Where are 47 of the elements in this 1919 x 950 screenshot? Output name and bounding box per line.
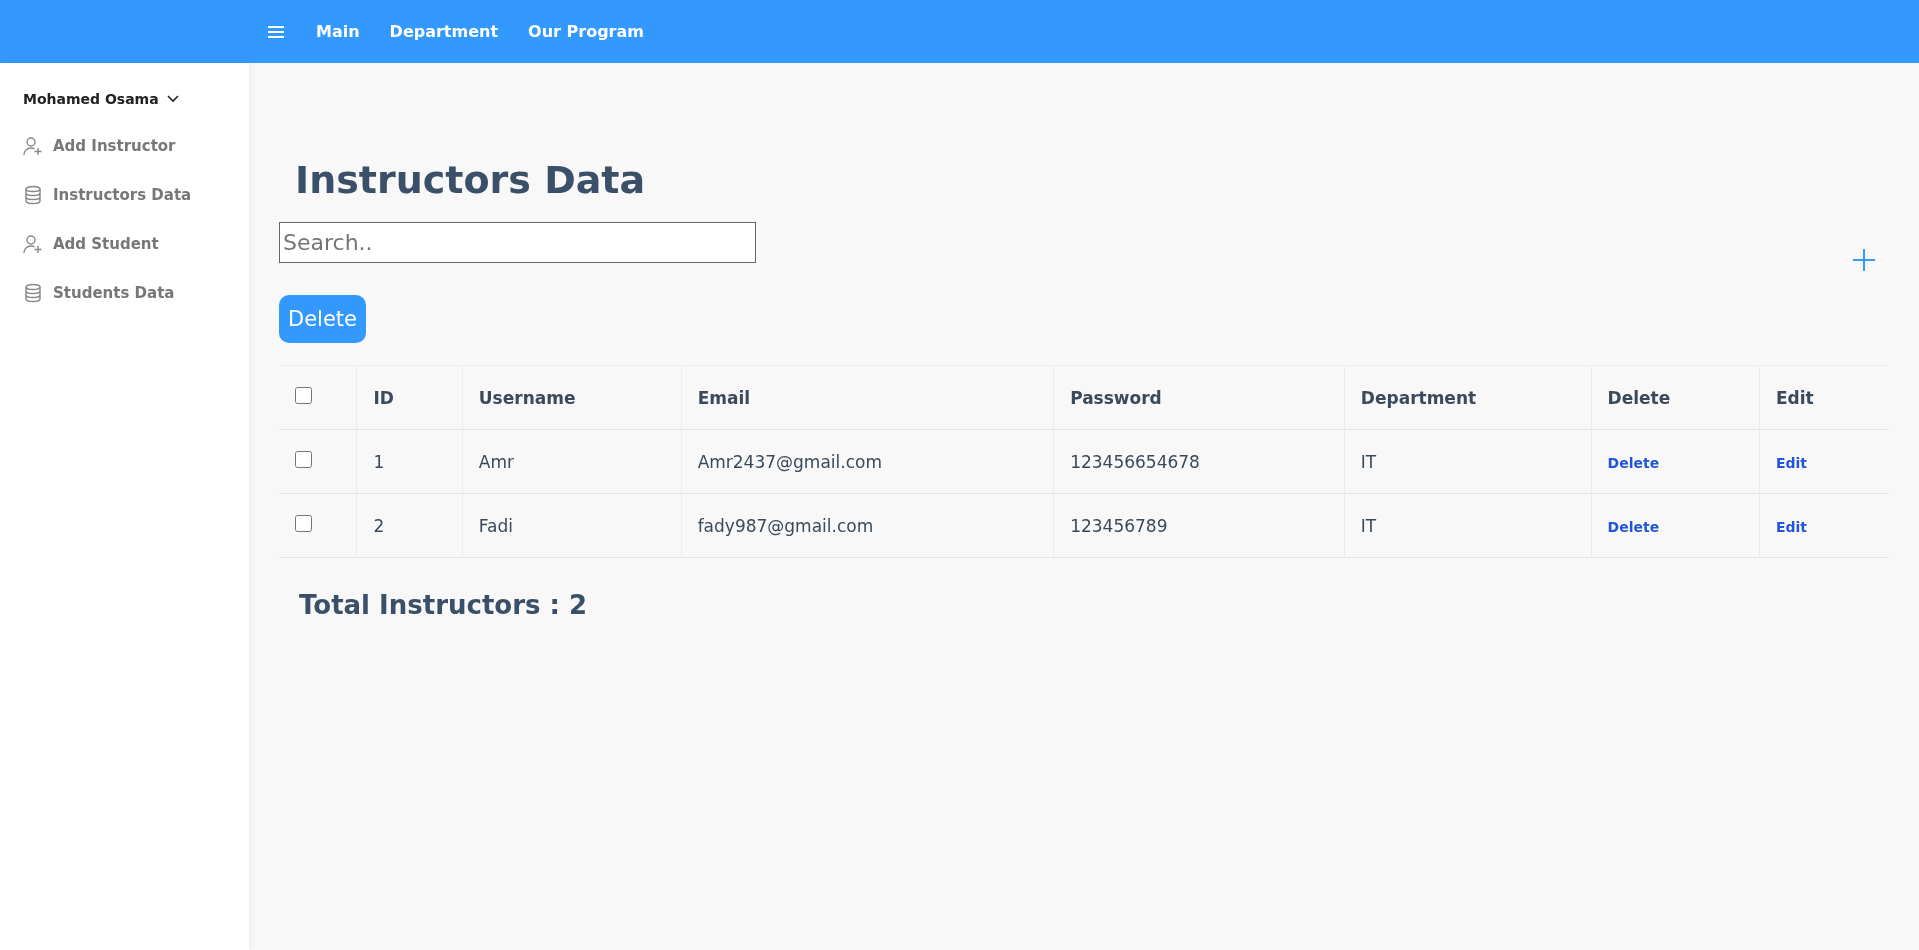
table-cell: Fadi bbox=[462, 493, 682, 558]
table-cell: 1 bbox=[356, 429, 463, 494]
user-plus-icon bbox=[23, 135, 43, 156]
table-cell: IT bbox=[1344, 493, 1592, 558]
page-title: Instructors Data bbox=[295, 158, 647, 202]
table-cell: Amr2437@gmail.com bbox=[681, 429, 1054, 494]
edit-link[interactable]: Edit bbox=[1775, 518, 1808, 535]
total-count: Total Instructors : 2 bbox=[299, 590, 589, 620]
table-cell: 2 bbox=[356, 493, 463, 558]
search-field[interactable]: Search.. bbox=[279, 222, 756, 263]
column-header: ID bbox=[356, 365, 463, 430]
nav-link[interactable]: Our Program bbox=[528, 22, 644, 41]
column-header: Delete bbox=[1591, 365, 1760, 430]
nav-link[interactable]: Main bbox=[316, 22, 360, 41]
table-cell: IT bbox=[1344, 429, 1592, 494]
menu-icon[interactable] bbox=[266, 23, 286, 40]
delete-link[interactable]: Delete bbox=[1607, 518, 1660, 535]
user-menu[interactable]: Mohamed Osama bbox=[23, 91, 179, 107]
user-plus-icon bbox=[23, 233, 43, 254]
sidebar-label: Add Instructor bbox=[53, 136, 176, 155]
sidebar-item[interactable]: Students Data bbox=[23, 268, 175, 317]
sidebar-label: Add Student bbox=[53, 234, 159, 253]
sidebar-item[interactable]: Add Student bbox=[23, 219, 159, 268]
column-header: Password bbox=[1053, 365, 1345, 430]
database-icon bbox=[23, 184, 43, 205]
select-all-checkbox[interactable] bbox=[295, 387, 312, 404]
sidebar-item[interactable]: Add Instructor bbox=[23, 121, 176, 170]
column-header: Email bbox=[681, 365, 1054, 430]
row-checkbox[interactable] bbox=[295, 515, 312, 532]
column-header: Department bbox=[1344, 365, 1592, 430]
table-cell: 123456789 bbox=[1053, 493, 1345, 558]
nav-link[interactable]: Department bbox=[389, 22, 499, 41]
plus-icon[interactable] bbox=[1851, 247, 1877, 273]
table-cell: 123456654678 bbox=[1053, 429, 1345, 494]
table-cell: Amr bbox=[462, 429, 682, 494]
database-icon bbox=[23, 282, 43, 303]
chevron-down-icon bbox=[166, 95, 179, 103]
table-cell: fady987@gmail.com bbox=[681, 493, 1054, 558]
delete-link[interactable]: Delete bbox=[1607, 454, 1660, 471]
sidebar-label: Students Data bbox=[53, 283, 175, 302]
delete-button[interactable]: Delete bbox=[279, 295, 366, 343]
row-checkbox[interactable] bbox=[295, 451, 312, 468]
column-header: Username bbox=[462, 365, 682, 430]
edit-link[interactable]: Edit bbox=[1775, 454, 1808, 471]
sidebar-item[interactable]: Instructors Data bbox=[23, 170, 192, 219]
column-header: Edit bbox=[1759, 365, 1889, 430]
sidebar-label: Instructors Data bbox=[53, 185, 192, 204]
